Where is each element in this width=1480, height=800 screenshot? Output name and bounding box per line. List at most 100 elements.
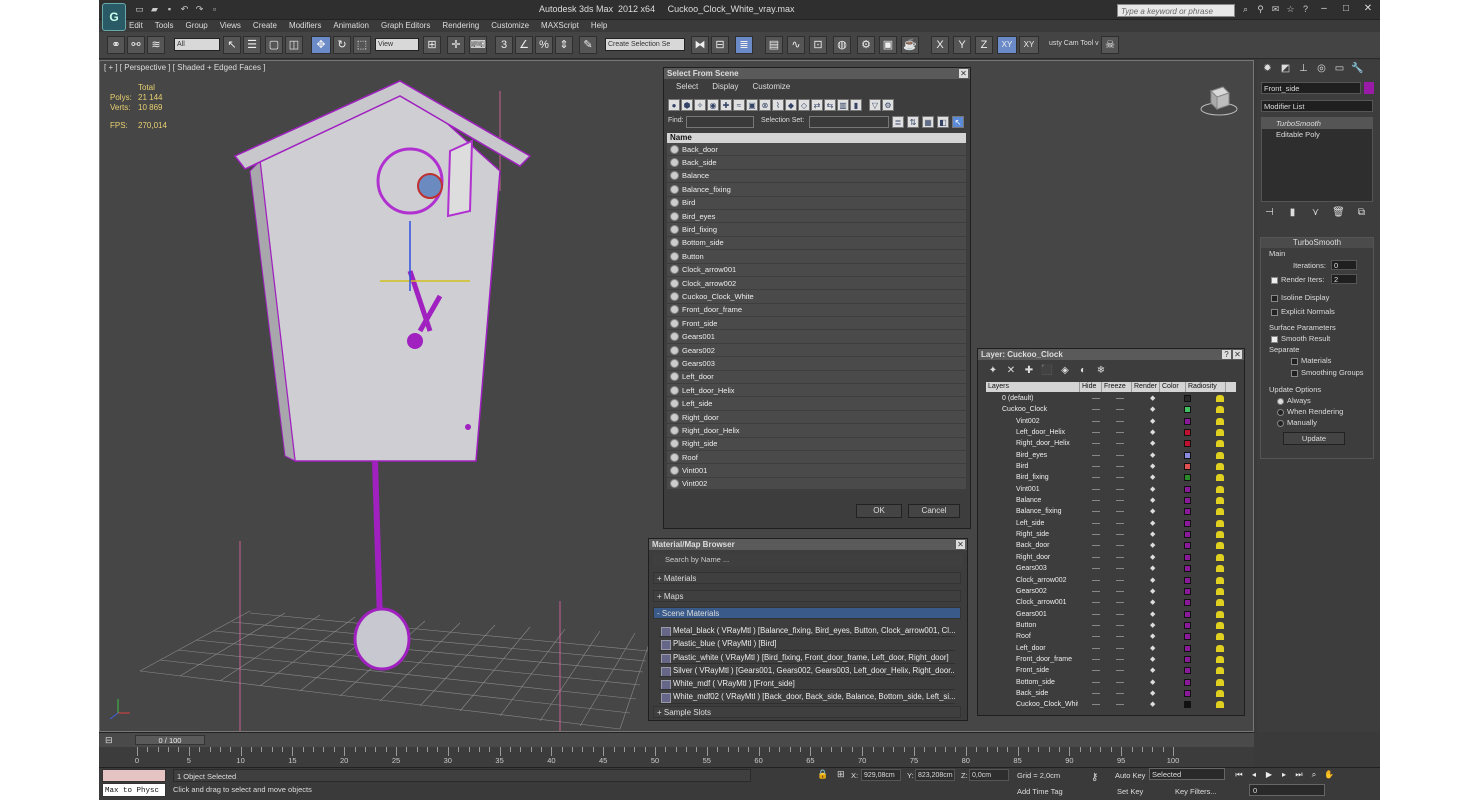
rect-selection-icon[interactable]: ▢ xyxy=(265,36,283,54)
favorites-icon[interactable]: ☆ xyxy=(1284,3,1297,16)
render-toggle-icon[interactable]: ◆ xyxy=(1150,643,1155,654)
freeze-toggle[interactable] xyxy=(1116,579,1124,581)
layer-row[interactable]: Roof ◆ xyxy=(986,631,1236,642)
smooth-result-checkbox[interactable]: Smooth Result xyxy=(1271,334,1330,343)
display-bones-icon[interactable]: ⌇ xyxy=(772,99,784,111)
angle-snap-icon[interactable]: ∠ xyxy=(515,36,533,54)
radiosity-icon[interactable] xyxy=(1216,610,1224,618)
hide-toggle[interactable] xyxy=(1092,647,1100,649)
list-item[interactable]: Left_side xyxy=(667,397,966,411)
select-object-icon[interactable]: ↖ xyxy=(223,36,241,54)
display-spacewarps-icon[interactable]: ≈ xyxy=(733,99,745,111)
freeze-toggle[interactable] xyxy=(1116,488,1124,490)
layer-row[interactable]: Left_door ◆ xyxy=(986,643,1236,654)
explicit-normals-checkbox[interactable]: Explicit Normals xyxy=(1271,307,1335,316)
when-rendering-radio[interactable]: When Rendering xyxy=(1277,407,1343,416)
materials-checkbox[interactable]: Materials xyxy=(1291,356,1331,365)
list-item[interactable]: Right_door_Helix xyxy=(667,424,966,438)
freeze-toggle[interactable] xyxy=(1116,545,1124,547)
maps-section[interactable]: + Maps xyxy=(653,590,961,602)
hide-toggle[interactable] xyxy=(1092,636,1100,638)
layer-color-swatch[interactable] xyxy=(1184,451,1191,459)
filter-icon[interactable]: ▽ xyxy=(869,99,881,111)
layer-color-swatch[interactable] xyxy=(1184,587,1191,595)
hierarchy-tab-icon[interactable]: ⊥ xyxy=(1297,62,1310,75)
radiosity-icon[interactable] xyxy=(1216,689,1224,697)
object-name-field[interactable]: Front_side xyxy=(1261,82,1361,94)
scene-explorer-icon[interactable]: ≣ xyxy=(735,36,753,54)
radiosity-icon[interactable] xyxy=(1216,406,1224,414)
column-header-color[interactable]: Color xyxy=(1160,382,1186,392)
list-icon[interactable]: ≣ xyxy=(892,116,904,128)
layer-color-swatch[interactable] xyxy=(1184,689,1191,697)
hide-toggle[interactable] xyxy=(1092,545,1100,547)
constraint-z-icon[interactable]: Z xyxy=(975,36,993,54)
layer-color-swatch[interactable] xyxy=(1184,429,1191,437)
selection-set-dropdown[interactable] xyxy=(809,116,889,128)
radiosity-icon[interactable] xyxy=(1216,463,1224,471)
freeze-toggle[interactable] xyxy=(1116,647,1124,649)
dialog-menu-customize[interactable]: Customize xyxy=(752,82,790,94)
pin-stack-icon[interactable]: ⊣ xyxy=(1263,206,1276,219)
freeze-toggle[interactable] xyxy=(1116,658,1124,660)
material-item[interactable]: White_mdf02 ( VRayMtl ) [Back_door, Back… xyxy=(659,690,955,704)
display-invert-icon[interactable]: ⇄ xyxy=(811,99,823,111)
hide-toggle[interactable] xyxy=(1092,511,1100,513)
move-icon[interactable]: ✥ xyxy=(311,36,331,54)
layer-color-swatch[interactable] xyxy=(1184,531,1191,539)
show-end-result-icon[interactable]: ▮ xyxy=(1286,206,1299,219)
go-to-end-icon[interactable]: ⏭ xyxy=(1293,769,1305,780)
list-item[interactable]: Balance xyxy=(667,170,966,184)
radiosity-icon[interactable] xyxy=(1216,497,1224,505)
layer-row[interactable]: Cuckoo_Clock ◆ xyxy=(986,404,1236,415)
go-to-start-icon[interactable]: ⏮ xyxy=(1233,769,1245,780)
object-color-swatch[interactable] xyxy=(1364,82,1374,94)
open-file-icon[interactable]: ▰ xyxy=(148,3,161,16)
cancel-button[interactable]: Cancel xyxy=(908,504,960,518)
layer-color-swatch[interactable] xyxy=(1184,610,1191,618)
radiosity-icon[interactable] xyxy=(1216,474,1224,482)
display-groups-icon[interactable]: ▣ xyxy=(746,99,758,111)
modify-tab-icon[interactable]: ◩ xyxy=(1279,62,1292,75)
render-toggle-icon[interactable]: ◆ xyxy=(1150,518,1155,529)
hide-toggle[interactable] xyxy=(1092,477,1100,479)
hide-toggle[interactable] xyxy=(1092,534,1100,536)
hide-toggle[interactable] xyxy=(1092,602,1100,604)
ref-coord-dropdown[interactable]: View xyxy=(375,38,419,51)
play-icon[interactable]: ▶ xyxy=(1263,769,1275,780)
close-icon[interactable]: ✕ xyxy=(956,540,965,549)
hide-toggle[interactable] xyxy=(1092,488,1100,490)
menu-item-animation[interactable]: Animation xyxy=(333,20,369,32)
modifier-list-dropdown[interactable]: Modifier List xyxy=(1261,100,1373,112)
hide-toggle[interactable] xyxy=(1092,454,1100,456)
freeze-toggle[interactable] xyxy=(1116,556,1124,558)
layer-row[interactable]: Vint002 ◆ xyxy=(986,416,1236,427)
list-item[interactable]: Cuckoo_Clock_White xyxy=(667,290,966,304)
list-item[interactable]: Left_door_Helix xyxy=(667,384,966,398)
freeze-toggle[interactable] xyxy=(1116,398,1124,399)
menu-item-tools[interactable]: Tools xyxy=(155,20,174,32)
keyboard-shortcut-icon[interactable]: ⌨ xyxy=(469,36,487,54)
radiosity-icon[interactable] xyxy=(1216,667,1224,675)
add-to-layer-icon[interactable]: ✚ xyxy=(1022,365,1036,377)
layer-row[interactable]: Clock_arrow001 ◆ xyxy=(986,597,1236,608)
auto-key-button[interactable]: Auto Key xyxy=(1115,771,1145,780)
radiosity-icon[interactable] xyxy=(1216,633,1224,641)
utilities-tab-icon[interactable]: 🔧 xyxy=(1351,62,1364,75)
render-production-icon[interactable]: ☕ xyxy=(901,36,919,54)
render-toggle-icon[interactable]: ◆ xyxy=(1150,427,1155,438)
render-toggle-icon[interactable]: ◆ xyxy=(1150,620,1155,631)
schematic-view-icon[interactable]: ⊡ xyxy=(809,36,827,54)
list-item[interactable]: Right_side xyxy=(667,438,966,451)
hide-toggle[interactable] xyxy=(1092,443,1100,445)
named-selection-dropdown[interactable]: Create Selection Se xyxy=(605,38,685,51)
render-toggle-icon[interactable]: ◆ xyxy=(1150,450,1155,461)
align-icon[interactable]: ⊟ xyxy=(711,36,729,54)
selection-filter-dropdown[interactable]: All xyxy=(174,38,220,51)
motion-tab-icon[interactable]: ◎ xyxy=(1315,62,1328,75)
render-toggle-icon[interactable]: ◆ xyxy=(1150,393,1155,404)
filter-icon[interactable]: ▦ xyxy=(922,116,934,128)
list-item[interactable]: Roof xyxy=(667,451,966,465)
layer-row[interactable]: Bird ◆ xyxy=(986,461,1236,472)
render-iters-checkbox[interactable]: Render Iters: xyxy=(1271,275,1324,284)
